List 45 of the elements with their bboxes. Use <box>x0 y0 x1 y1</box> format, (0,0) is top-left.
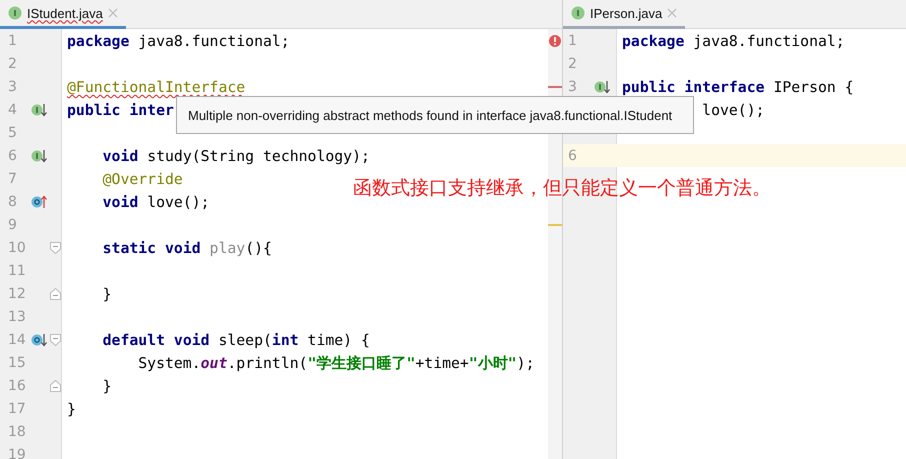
line-number: 18 <box>7 424 27 440</box>
line-number: 3 <box>7 78 18 94</box>
code-line: public inter <box>67 102 174 119</box>
line-number: 8 <box>7 194 18 210</box>
tab-title: IPerson.java <box>590 6 662 20</box>
line-number: 19 <box>7 446 27 459</box>
line-number: 17 <box>7 400 27 416</box>
line-number: 7 <box>7 170 18 186</box>
line-number: 14 <box>7 332 27 348</box>
line-number: 9 <box>7 216 18 232</box>
line-number: 5 <box>7 124 18 140</box>
line-number: 12 <box>7 286 27 302</box>
code-line: default void sleep(int time) { <box>102 332 370 349</box>
line-number: 6 <box>7 148 18 164</box>
line-number: 2 <box>567 56 578 72</box>
code-line: void love(); <box>102 194 210 211</box>
line-number: 16 <box>7 378 27 394</box>
interface-icon <box>571 6 585 20</box>
line-number: 1 <box>567 32 578 48</box>
interface-icon <box>8 6 22 20</box>
line-number: 13 <box>7 308 27 324</box>
close-icon[interactable] <box>667 8 678 18</box>
code-line: static void play(){ <box>102 240 272 257</box>
code-line: } <box>102 286 112 303</box>
code-line: void study(String technology); <box>102 148 370 165</box>
line-number: 4 <box>7 102 18 118</box>
close-icon[interactable] <box>108 8 118 18</box>
line-number: 1 <box>7 32 18 48</box>
code-line: @FunctionalInterface <box>67 79 246 96</box>
code-line: } <box>102 378 112 395</box>
code-line: System.out.println("学生接口睡了"+time+"小时"); <box>137 354 534 372</box>
tooltip: Multiple non-overriding abstract methods found in interface java8.functional.IStudent <box>176 96 694 134</box>
line-number: 2 <box>7 56 18 72</box>
line-number: 6 <box>567 148 578 164</box>
code-line: } <box>67 401 76 418</box>
line-number: 3 <box>567 78 578 94</box>
line-number: 10 <box>7 240 27 256</box>
code-line: public interface IPerson { <box>622 79 854 96</box>
code-line: package java8.functional; <box>67 33 290 50</box>
code-line: package java8.functional; <box>622 33 845 50</box>
tab-title: IStudent.java <box>27 6 103 20</box>
annotation-text: 函数式接口支持继承，但只能定义一个普通方法。 <box>353 176 771 201</box>
line-number: 11 <box>7 262 27 278</box>
line-number: 15 <box>7 354 27 370</box>
code-line: @Override <box>102 171 183 188</box>
